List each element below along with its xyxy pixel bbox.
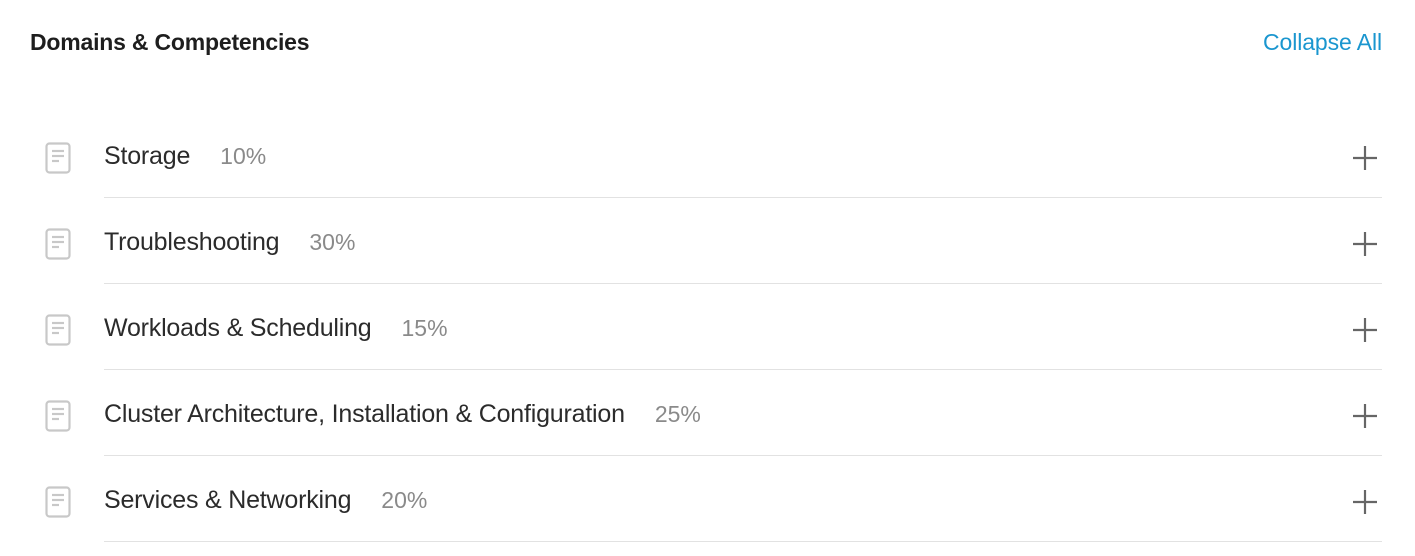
domain-label: Storage 10% — [104, 138, 266, 174]
domain-row-troubleshooting[interactable]: Troubleshooting 30% — [0, 198, 1415, 284]
domain-row-workloads-scheduling[interactable]: Workloads & Scheduling 15% — [0, 284, 1415, 370]
domain-percent: 10% — [220, 142, 267, 169]
plus-icon[interactable] — [1352, 403, 1378, 429]
domain-name: Workloads & Scheduling — [104, 313, 372, 342]
domain-label: Cluster Architecture, Installation & Con… — [104, 396, 701, 432]
row-divider — [104, 541, 1382, 542]
domain-list: Storage 10% Troubleshooting 30% Workload… — [0, 112, 1415, 542]
document-icon — [45, 400, 71, 432]
domain-label: Services & Networking 20% — [104, 482, 427, 518]
domain-name: Cluster Architecture, Installation & Con… — [104, 399, 625, 428]
document-icon — [45, 314, 71, 346]
plus-icon[interactable] — [1352, 145, 1378, 171]
domain-percent: 30% — [309, 228, 356, 255]
panel-header: Domains & Competencies Collapse All — [30, 24, 1382, 60]
domain-row-services-networking[interactable]: Services & Networking 20% — [0, 456, 1415, 542]
plus-icon[interactable] — [1352, 231, 1378, 257]
document-icon — [45, 228, 71, 260]
plus-icon[interactable] — [1352, 317, 1378, 343]
domains-panel: Domains & Competencies Collapse All Stor… — [0, 0, 1415, 556]
collapse-all-link[interactable]: Collapse All — [1263, 29, 1382, 56]
domain-label: Workloads & Scheduling 15% — [104, 310, 448, 346]
domain-percent: 25% — [654, 400, 701, 427]
domain-label: Troubleshooting 30% — [104, 224, 355, 260]
domain-name: Troubleshooting — [104, 227, 280, 256]
domain-percent: 15% — [401, 314, 448, 341]
document-icon — [45, 142, 71, 174]
page-title: Domains & Competencies — [30, 28, 310, 55]
plus-icon[interactable] — [1352, 489, 1378, 515]
domain-name: Services & Networking — [104, 485, 352, 514]
domain-percent: 20% — [381, 486, 428, 513]
domain-row-cluster-architecture[interactable]: Cluster Architecture, Installation & Con… — [0, 370, 1415, 456]
document-icon — [45, 486, 71, 518]
domain-name: Storage — [104, 141, 191, 170]
domain-row-storage[interactable]: Storage 10% — [0, 112, 1415, 198]
